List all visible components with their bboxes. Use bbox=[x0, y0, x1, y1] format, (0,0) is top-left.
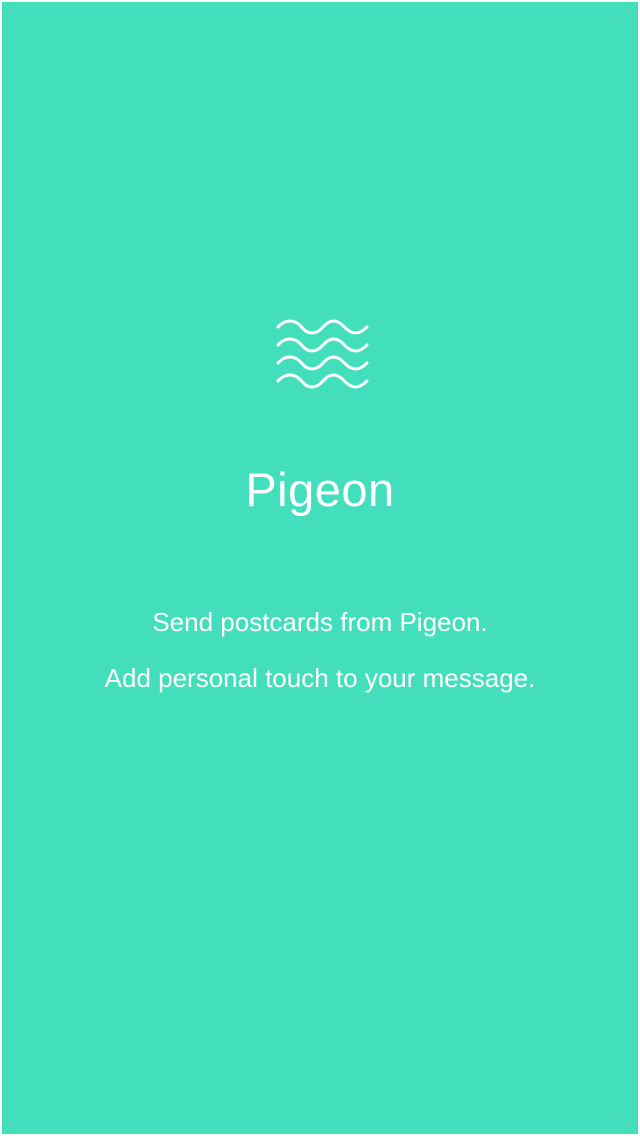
onboarding-text-line-2: Add personal touch to your message. bbox=[104, 663, 536, 693]
waves-icon bbox=[275, 318, 371, 394]
onboarding-text-line-1: Send postcards from Pigeon. bbox=[152, 607, 488, 637]
app-title: Pigeon bbox=[245, 463, 395, 516]
splash-screen: Pigeon Send postcards from Pigeon. Add p… bbox=[2, 2, 638, 1134]
